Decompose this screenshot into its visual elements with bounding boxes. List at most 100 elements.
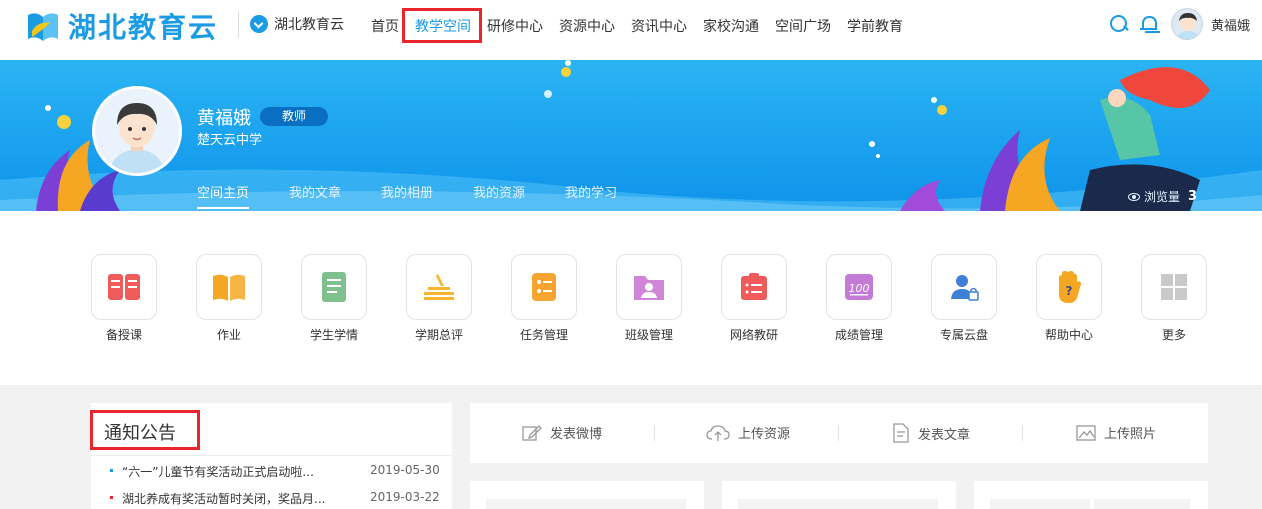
upload-resource-label: 上传资源	[738, 427, 791, 442]
upload-photo-button[interactable]: 上传照片	[1076, 423, 1156, 442]
school-name: 楚天云中学	[197, 133, 263, 148]
bullet-icon	[110, 469, 113, 472]
card-placeholder	[1094, 499, 1190, 509]
cloud-upload-icon	[706, 424, 730, 441]
profile-name: 黄福娥	[197, 108, 251, 129]
app-label: 任务管理	[519, 328, 568, 342]
cloud-user-icon	[931, 254, 997, 320]
feed-card	[470, 481, 704, 509]
post-actions-bar: 发表微博 上传资源 发表文章 上传照片	[470, 403, 1208, 463]
avatar[interactable]	[1170, 8, 1203, 40]
action-divider	[1022, 425, 1023, 441]
document-icon	[893, 423, 909, 443]
upload-photo-label: 上传照片	[1104, 427, 1157, 442]
eye-icon	[1128, 192, 1140, 201]
app-label: 学期总评	[414, 328, 463, 342]
app-task-management[interactable]: 任务管理	[511, 254, 616, 343]
region-label: 湖北教育云	[274, 17, 344, 33]
app-label: 学生学情	[309, 328, 358, 342]
bell-icon[interactable]	[1139, 14, 1157, 34]
post-weibo-label: 发表微博	[550, 427, 603, 442]
nav-item-space-plaza[interactable]: 空间广场	[775, 16, 831, 36]
tab-space-home[interactable]: 空间主页	[197, 182, 250, 209]
profile-avatar[interactable]	[92, 86, 182, 176]
highlight-box-notice	[90, 410, 200, 450]
task-list-icon	[511, 254, 577, 320]
nav-item-resources[interactable]: 资源中心	[559, 16, 615, 36]
card-placeholder	[738, 499, 938, 509]
nav-item-news[interactable]: 资讯中心	[631, 16, 687, 36]
bullet-icon	[110, 496, 113, 499]
app-class-management[interactable]: 班级管理	[616, 254, 721, 343]
views-counter: 浏览量 3	[1128, 188, 1197, 205]
notice-date: 2019-03-22	[370, 490, 440, 504]
action-divider	[838, 425, 839, 441]
post-article-button[interactable]: 发表文章	[892, 423, 970, 443]
region-selector[interactable]: 湖北教育云	[250, 14, 344, 34]
app-grid: 备授课 作业 学生学情 学期总评 任务管理 班级管理 网络教研 100 成绩管理…	[91, 254, 1246, 343]
homework-book-icon	[196, 254, 262, 320]
app-score-management[interactable]: 100 成绩管理	[826, 254, 931, 343]
app-label: 更多	[1161, 328, 1186, 342]
nav-item-home-school[interactable]: 家校沟通	[703, 16, 759, 36]
card-placeholder	[990, 499, 1090, 509]
app-online-research[interactable]: 网络教研	[721, 254, 826, 343]
tab-my-articles[interactable]: 我的文章	[289, 182, 341, 209]
app-semester-eval[interactable]: 学期总评	[406, 254, 511, 343]
tab-my-resources[interactable]: 我的资源	[473, 182, 525, 209]
app-label: 成绩管理	[834, 328, 883, 342]
profile-banner: 黄福娥 教师 楚天云中学 空间主页 我的文章 我的相册 我的资源 我的学习 浏览…	[0, 60, 1262, 211]
highlight-box-nav	[402, 8, 482, 43]
top-navbar: 湖北教育云 湖北教育云 首页 教学空间 研修中心 资源中心 资讯中心 家校沟通 …	[0, 0, 1262, 60]
lesson-icon	[91, 254, 157, 320]
app-label: 班级管理	[624, 328, 673, 342]
feed-card	[722, 481, 956, 509]
tab-my-learning[interactable]: 我的学习	[565, 182, 617, 209]
post-article-label: 发表文章	[918, 427, 971, 443]
notice-text[interactable]: “六一”儿童节有奖活动正式启动啦...	[122, 463, 314, 480]
app-label: 帮助中心	[1044, 328, 1093, 342]
image-icon	[1076, 424, 1096, 441]
post-weibo-button[interactable]: 发表微博	[522, 423, 602, 442]
app-label: 作业	[216, 328, 241, 342]
nav-item-preschool[interactable]: 学前教育	[847, 16, 903, 36]
score-100-icon: 100	[826, 254, 892, 320]
grid-more-icon	[1141, 254, 1207, 320]
tab-my-albums[interactable]: 我的相册	[381, 182, 433, 209]
action-divider	[654, 425, 655, 441]
logo-text: 湖北教育云	[68, 11, 219, 44]
user-area: 黄福娥	[1109, 8, 1250, 40]
semester-eval-icon	[406, 254, 472, 320]
nav-item-home[interactable]: 首页	[371, 16, 399, 36]
app-help-center[interactable]: ? 帮助中心	[1036, 254, 1141, 343]
app-label: 网络教研	[729, 328, 778, 342]
class-folder-icon	[616, 254, 682, 320]
user-name[interactable]: 黄福娥	[1211, 15, 1250, 34]
upload-resource-button[interactable]: 上传资源	[706, 423, 790, 442]
profile-tabs: 空间主页 我的文章 我的相册 我的资源 我的学习	[197, 182, 657, 209]
views-count: 3	[1188, 189, 1198, 204]
app-cloud-disk[interactable]: 专属云盘	[931, 254, 1036, 343]
app-lesson-prep[interactable]: 备授课	[91, 254, 196, 343]
chevron-down-icon	[250, 15, 268, 33]
notice-date: 2019-05-30	[370, 463, 440, 477]
feed-card	[974, 481, 1208, 509]
notice-divider	[91, 455, 452, 456]
app-student-status[interactable]: 学生学情	[301, 254, 406, 343]
app-label: 备授课	[105, 328, 142, 342]
notice-text[interactable]: 湖北养成有奖活动暂时关闭，奖品月...	[122, 490, 325, 507]
logo-book-icon	[24, 7, 62, 45]
svg-text:100: 100	[849, 282, 870, 295]
help-hand-icon: ?	[1036, 254, 1102, 320]
app-more[interactable]: 更多	[1141, 254, 1246, 343]
svg-text:?: ?	[1066, 284, 1073, 298]
app-label: 专属云盘	[939, 328, 988, 342]
student-report-icon	[301, 254, 367, 320]
app-homework[interactable]: 作业	[196, 254, 301, 343]
site-logo[interactable]: 湖北教育云	[24, 6, 218, 46]
nav-item-research[interactable]: 研修中心	[487, 16, 543, 36]
header-divider	[238, 12, 239, 38]
clipboard-icon	[721, 254, 787, 320]
role-badge: 教师	[260, 107, 328, 126]
search-icon[interactable]	[1109, 14, 1129, 34]
